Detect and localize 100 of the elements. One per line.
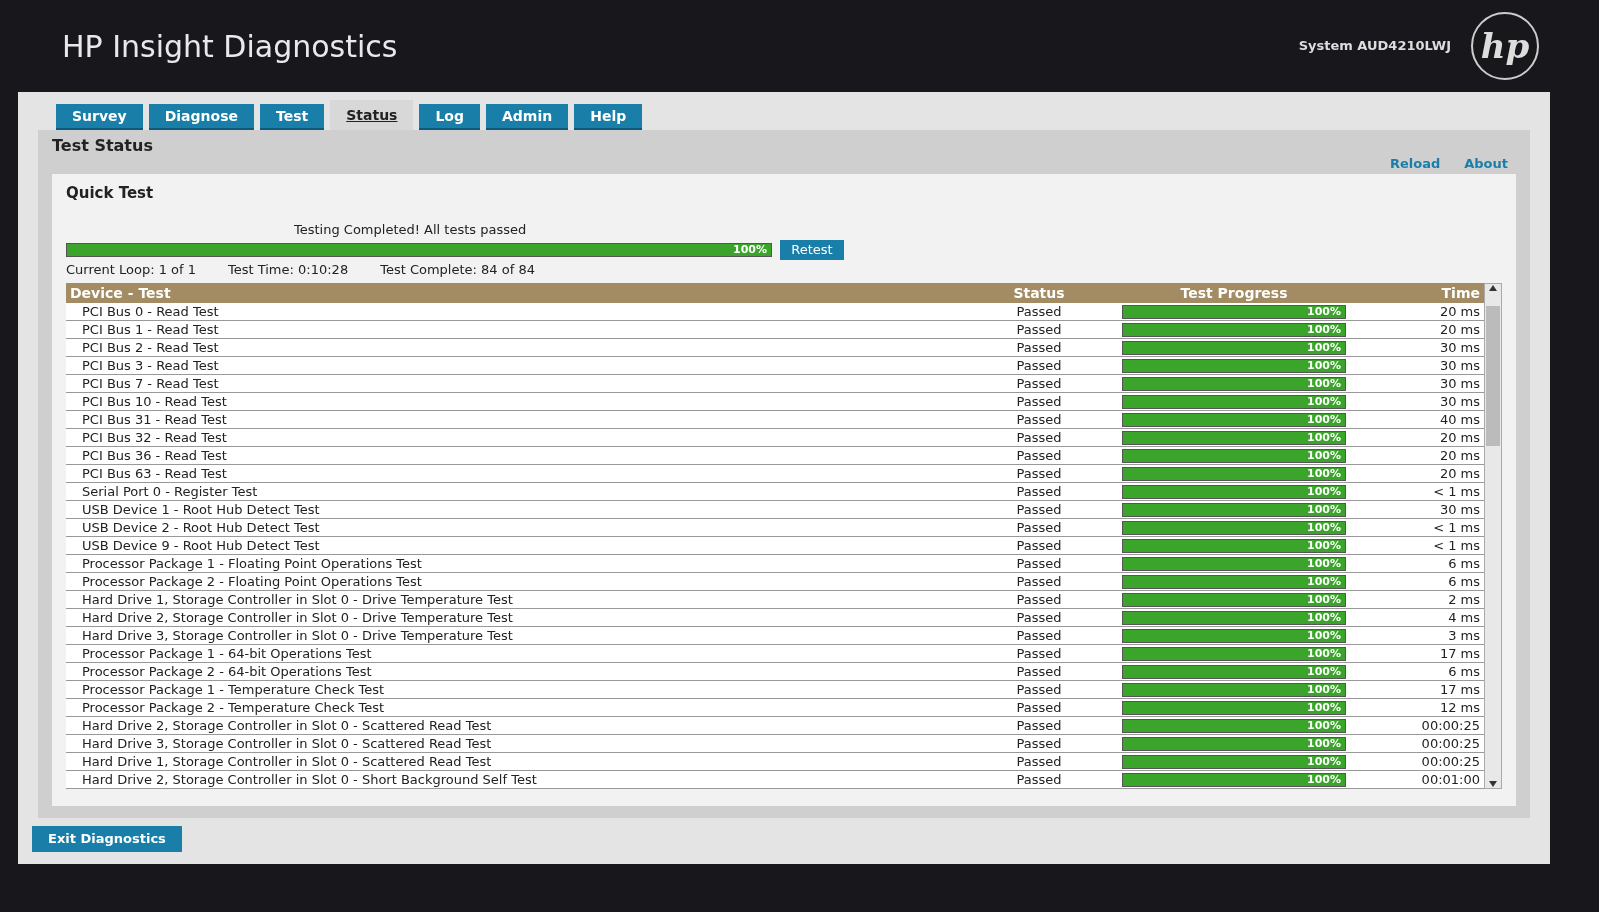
app-title: HP Insight Diagnostics (62, 27, 398, 66)
test-status: Passed (1015, 302, 1063, 321)
progress-reading: 100% (1307, 575, 1341, 588)
test-complete: Test Complete: 84 of 84 (380, 260, 535, 279)
test-name: PCI Bus 32 - Read Test (81, 428, 228, 447)
test-status: Passed (1015, 356, 1063, 375)
test-status: Passed (1015, 590, 1063, 609)
progress-reading: 100% (1307, 377, 1341, 390)
test-name: Serial Port 0 - Register Test (81, 482, 259, 501)
tab[interactable]: Admin (486, 104, 569, 130)
test-name: Hard Drive 3, Storage Controller in Slot 0 - Scattered Read Test (81, 734, 493, 753)
test-status: Passed (1015, 464, 1063, 483)
test-name: PCI Bus 3 - Read Test (81, 356, 220, 375)
tab[interactable]: Help (574, 104, 643, 130)
scroll-down-icon[interactable] (1488, 780, 1498, 788)
logo: hp (1471, 12, 1539, 80)
test-status: Passed (1015, 500, 1063, 519)
progress-reading: 100% (1307, 485, 1341, 498)
test-name: Hard Drive 1, Storage Controller in Slot 0 - Scattered Read Test (81, 752, 493, 771)
system-label: System AUD4210LWJ (1298, 37, 1451, 56)
progress-reading: 100% (1307, 665, 1341, 678)
progress-reading: 100% (1307, 557, 1341, 570)
test-time: 3 ms (1447, 626, 1481, 645)
test-name: Processor Package 1 - Temperature Check Test (81, 680, 386, 699)
test-status: Passed (1015, 716, 1063, 735)
test-status: Passed (1015, 518, 1063, 537)
test-status: Passed (1015, 536, 1063, 555)
progress-reading: 100% (1307, 611, 1341, 624)
test-name: PCI Bus 0 - Read Test (81, 302, 220, 321)
test-time: 40 ms (1438, 410, 1481, 429)
test-name: PCI Bus 2 - Read Test (81, 338, 220, 357)
test-time: 20 ms (1438, 302, 1481, 321)
test-status: Passed (1015, 410, 1063, 429)
test-time: < 1 ms (1432, 482, 1481, 501)
progress-reading: 100% (1307, 359, 1341, 372)
tab[interactable]: Diagnose (148, 104, 254, 130)
link[interactable]: About (1464, 154, 1508, 174)
test-time: 20 ms (1438, 320, 1481, 339)
test-time: 30 ms (1438, 356, 1481, 375)
progress-reading: 100% (1307, 755, 1341, 768)
test-time: 30 ms (1438, 338, 1481, 357)
progress-reading: 100% (1307, 431, 1341, 444)
test-name: PCI Bus 7 - Read Test (81, 374, 220, 393)
test-time: 6 ms (1447, 572, 1481, 591)
progress-reading: 100% (1307, 305, 1341, 318)
test-name: Processor Package 1 - 64-bit Operations Test (81, 644, 373, 663)
test-status: Passed (1015, 320, 1063, 339)
column-header: Status (1012, 283, 1066, 303)
test-time: 30 ms (1438, 374, 1481, 393)
test-time: < 1 ms (1432, 536, 1481, 555)
test-status: Passed (1015, 482, 1063, 501)
progress-reading: 100% (1307, 503, 1341, 516)
tab[interactable]: Status (330, 100, 414, 130)
test-status: Passed (1015, 338, 1063, 357)
progress-reading: 100% (1307, 341, 1341, 354)
progress-reading: 100% (1307, 593, 1341, 606)
test-status: Passed (1015, 392, 1063, 411)
test-name: Processor Package 1 - Floating Point Operations Test (81, 554, 423, 573)
test-status: Passed (1015, 554, 1063, 573)
column-header: Device - Test (69, 283, 172, 303)
progress-reading: 100% (1307, 467, 1341, 480)
test-name: Hard Drive 2, Storage Controller in Slot 0 - Short Background Self Test (81, 770, 538, 789)
progress-reading: 100% (1307, 737, 1341, 750)
test-time: 2 ms (1447, 590, 1481, 609)
test-name: PCI Bus 1 - Read Test (81, 320, 220, 339)
test-name: Processor Package 2 - Temperature Check Test (81, 698, 386, 717)
link[interactable]: Reload (1389, 154, 1441, 174)
progress-reading: 100% (1307, 395, 1341, 408)
scrollbar[interactable] (1484, 283, 1502, 789)
test-status: Passed (1015, 770, 1063, 789)
test-name: USB Device 1 - Root Hub Detect Test (81, 500, 321, 519)
test-status: Passed (1015, 608, 1063, 627)
test-time: 17 ms (1438, 680, 1481, 699)
column-header: Test Progress (1179, 283, 1289, 303)
test-time: < 1 ms (1432, 518, 1481, 537)
scroll-up-icon[interactable] (1488, 284, 1498, 292)
test-status: Passed (1015, 662, 1063, 681)
exit-button[interactable]: Exit Diagnostics (32, 826, 182, 852)
test-time: 30 ms (1438, 392, 1481, 411)
progress-reading: 100% (1307, 719, 1341, 732)
tab[interactable]: Log (419, 104, 480, 130)
test-time: 00:00:25 (1420, 716, 1481, 735)
tab[interactable]: Test (260, 104, 325, 130)
progress-reading: 100% (1307, 521, 1341, 534)
test-time: 00:01:00 (1420, 770, 1481, 789)
progress-reading: 100% (1307, 413, 1341, 426)
test-time: 20 ms (1438, 464, 1481, 483)
test-name: Hard Drive 2, Storage Controller in Slot 0 - Scattered Read Test (81, 716, 493, 735)
test-time: 6 ms (1447, 662, 1481, 681)
test-name: Hard Drive 2, Storage Controller in Slot 0 - Drive Temperature Test (81, 608, 514, 627)
progress-reading: 100% (1307, 773, 1341, 786)
test-status: Passed (1015, 752, 1063, 771)
scroll-thumb[interactable] (1486, 306, 1500, 446)
progress-reading: 100% (1307, 647, 1341, 660)
test-name: USB Device 2 - Root Hub Detect Test (81, 518, 321, 537)
test-name: Hard Drive 3, Storage Controller in Slot 0 - Drive Temperature Test (81, 626, 514, 645)
tab[interactable]: Survey (56, 104, 143, 130)
test-time: 00:00:25 (1420, 734, 1481, 753)
retest-button[interactable]: Retest (780, 239, 844, 260)
test-status: Passed (1015, 428, 1063, 447)
